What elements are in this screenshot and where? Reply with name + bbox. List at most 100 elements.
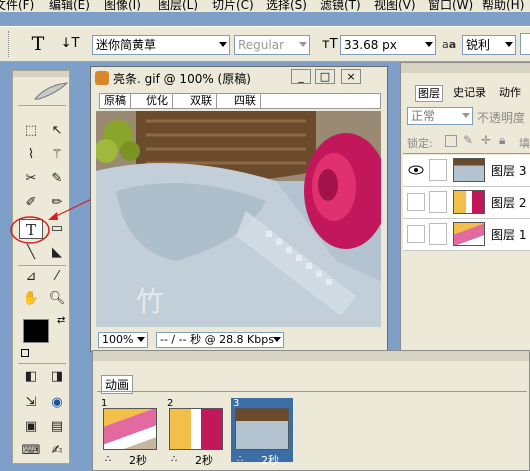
font-family-select[interactable]: 迷你简黄草 — [92, 35, 230, 55]
layers-panel-grip[interactable] — [401, 63, 530, 73]
shape-tool-icon[interactable]: ◣ — [45, 243, 69, 263]
menu-view[interactable]: 视图(V) — [374, 0, 416, 12]
tab-2-up[interactable]: 双联 — [186, 94, 217, 108]
antialias-select[interactable]: 锐利 — [462, 35, 516, 55]
slice-select-icon[interactable]: ⊿ — [19, 267, 43, 287]
close-button[interactable]: × — [341, 69, 361, 84]
menu-filter[interactable]: 滤镜(T) — [320, 0, 361, 12]
jump-to-imageready-icon[interactable]: ⇲ — [19, 393, 43, 413]
text-tool-preset-icon[interactable]: T — [26, 32, 50, 56]
hand-tool-icon[interactable]: ✋ — [19, 289, 43, 309]
menu-window[interactable]: 窗口(W) — [428, 0, 473, 12]
animation-frame-selected[interactable]: 3 ∴ 2秒 — [231, 398, 293, 467]
tab-actions[interactable]: 动作 — [497, 85, 523, 100]
foreground-color-swatch[interactable] — [23, 319, 49, 343]
lock-image-icon[interactable]: ✎ — [463, 133, 473, 147]
animation-frame[interactable]: 2 ∴ 2秒 — [165, 398, 227, 467]
frame-delay[interactable]: 2秒 — [195, 452, 213, 468]
standard-mode-icon[interactable]: ◧ — [19, 367, 43, 387]
font-size-select[interactable]: 33.68 px — [340, 35, 436, 55]
document-view-tabs: 原稿 优化 双联 四联 — [99, 93, 381, 109]
layer-row[interactable]: 图层 3 — [403, 155, 530, 187]
screen-mode-icon[interactable]: ▣ — [19, 417, 43, 437]
frame-thumbnail — [235, 408, 289, 450]
font-style-select[interactable]: Regular — [234, 35, 310, 55]
zoom-value: 100% — [102, 333, 134, 346]
minimize-button[interactable]: _ — [291, 69, 311, 84]
eye-hidden-icon[interactable] — [407, 225, 425, 243]
edit-in-icon[interactable]: ✍ — [45, 441, 69, 461]
text-orientation-icon[interactable]: ↓T — [58, 32, 82, 56]
document-window: 亮条. gif @ 100% (原稿) _ □ × 原稿 优化 双联 四联 竹 … — [90, 66, 388, 352]
marquee-tool-icon[interactable]: ⬚ — [19, 121, 43, 141]
blend-mode-select[interactable]: 正常 — [407, 107, 473, 125]
opacity-label: 不透明度 — [477, 111, 526, 125]
animation-frame[interactable]: 1 ∴ 2秒 — [99, 398, 161, 467]
animation-panel: 动画 1 ∴ 2秒 2 ∴ 2秒 3 ∴ 2秒 — [92, 350, 530, 471]
frame-delay[interactable]: 2秒 — [261, 452, 279, 468]
zoom-select[interactable]: 100% — [98, 332, 148, 348]
imageready-app-icon — [95, 71, 109, 85]
chevron-down-icon — [219, 42, 227, 47]
layer-link-box[interactable] — [429, 223, 447, 245]
move-tool-icon[interactable]: ↖ — [45, 121, 69, 141]
menu-image[interactable]: 图像(I) — [104, 0, 141, 12]
layer-link-box[interactable] — [429, 159, 447, 181]
menu-layer[interactable]: 图层(L) — [158, 0, 198, 12]
menu-help[interactable]: 帮助(H) — [482, 0, 524, 12]
font-size-icon: тT — [322, 37, 338, 52]
lock-all-icon[interactable]: 🔒︎ — [499, 133, 505, 148]
fill-label: 填 — [519, 137, 530, 150]
lock-label: 锁定: — [407, 137, 433, 150]
animation-panel-grip[interactable] — [93, 351, 529, 361]
tab-optimized[interactable]: 优化 — [142, 94, 173, 108]
default-colors-icon[interactable] — [21, 349, 29, 357]
tab-history[interactable]: 史记录 — [451, 85, 488, 100]
options-grip[interactable] — [8, 31, 11, 57]
magic-wand-tool-icon[interactable]: ⚚ — [45, 145, 69, 165]
eyedropper-tool-icon[interactable]: ⁄ — [45, 267, 69, 287]
tab-4-up[interactable]: 四联 — [230, 94, 261, 108]
toggle-slices-icon[interactable]: ▤ — [45, 417, 69, 437]
layer-row[interactable]: 图层 1 — [403, 219, 530, 251]
text-color-swatch[interactable] — [520, 33, 530, 55]
layer-link-box[interactable] — [429, 191, 447, 213]
layer-row[interactable]: 图层 2 — [403, 187, 530, 219]
lock-position-icon[interactable]: ✛ — [481, 133, 491, 147]
layer-name: 图层 3 — [491, 164, 527, 178]
crop-tool-icon[interactable]: ✂ — [19, 169, 43, 189]
layer-thumbnail — [453, 190, 485, 214]
menu-select[interactable]: 选择(S) — [266, 0, 307, 12]
eye-hidden-icon[interactable] — [407, 193, 425, 211]
lasso-tool-icon[interactable]: ⌇ — [19, 145, 43, 165]
frame-disposal-icon[interactable]: ∴ — [171, 454, 177, 465]
chevron-down-icon — [137, 337, 145, 342]
menu-slice[interactable]: 切片(C) — [212, 0, 254, 12]
menu-bar: 文件(F) 编辑(E) 图像(I) 图层(L) 切片(C) 选择(S) 滤镜(T… — [0, 0, 530, 12]
tab-layers[interactable]: 图层 — [415, 85, 443, 102]
chevron-down-icon — [299, 42, 307, 47]
document-title: 亮条. gif @ 100% (原稿) — [113, 72, 251, 86]
preview-in-browser-icon[interactable]: ◉ — [45, 393, 69, 413]
maximize-button[interactable]: □ — [315, 69, 335, 84]
menu-file[interactable]: 文件(F) — [0, 0, 34, 12]
line-tool-icon[interactable]: ╲ — [19, 243, 43, 263]
eye-icon[interactable] — [407, 161, 425, 179]
document-titlebar[interactable]: 亮条. gif @ 100% (原稿) _ □ × — [91, 67, 387, 89]
image-map-icon[interactable]: ⌨ — [19, 441, 43, 461]
frame-disposal-icon[interactable]: ∴ — [105, 454, 111, 465]
tab-original[interactable]: 原稿 — [100, 94, 131, 108]
download-time-select[interactable]: -- / -- 秒 @ 28.8 Kbps — [156, 332, 284, 348]
layer-thumbnail — [453, 222, 485, 246]
layers-panel-tabs: 图层 史记录 动作 — [405, 85, 530, 102]
quickmask-mode-icon[interactable]: ◨ — [45, 367, 69, 387]
frame-disposal-icon[interactable]: ∴ — [237, 454, 243, 465]
zoom-tool-icon[interactable]: 🔍︎ — [45, 289, 69, 309]
toolbox-grip[interactable] — [13, 71, 69, 77]
swap-colors-icon[interactable]: ⇄ — [57, 315, 69, 327]
menu-edit[interactable]: 编辑(E) — [49, 0, 90, 12]
document-canvas[interactable]: 竹 — [96, 111, 381, 327]
lock-transparency-icon[interactable] — [445, 135, 457, 147]
frame-delay[interactable]: 2秒 — [129, 452, 147, 468]
slice-tool-icon[interactable]: ✎ — [45, 169, 69, 189]
